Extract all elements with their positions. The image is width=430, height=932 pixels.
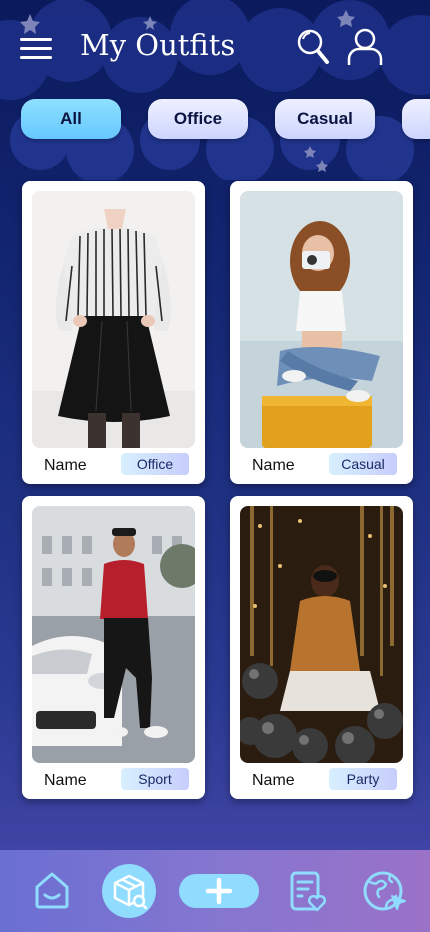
filter-chip-all[interactable]: All (21, 99, 121, 139)
outfit-photo (240, 506, 403, 763)
filter-chip-office[interactable]: Office (148, 99, 248, 139)
filter-chip-casual[interactable]: Casual (275, 99, 375, 139)
outfit-photo (32, 506, 195, 763)
outfit-card[interactable]: Name Casual (230, 181, 413, 484)
filter-chip-more[interactable] (402, 99, 430, 139)
app-screen: My Outfits All Office Casual Name Office… (0, 0, 430, 932)
outfit-card[interactable]: Name Sport (22, 496, 205, 799)
wishlist-icon[interactable] (288, 870, 328, 914)
explore-icon[interactable] (362, 870, 408, 914)
user-icon[interactable] (346, 27, 384, 67)
wardrobe-search-button[interactable] (102, 864, 156, 918)
outfit-card[interactable]: Name Party (230, 496, 413, 799)
outfit-photo (32, 191, 195, 448)
outfit-photo (240, 191, 403, 448)
wardrobe-search-icon (113, 874, 148, 910)
menu-icon[interactable] (20, 38, 52, 60)
filter-chips: All Office Casual (0, 99, 430, 139)
bottom-nav (0, 850, 430, 932)
app-header: My Outfits (0, 0, 430, 95)
home-icon[interactable] (33, 870, 71, 910)
outfit-card[interactable]: Name Office (22, 181, 205, 484)
outfit-name: Name (44, 772, 87, 789)
outfit-name: Name (252, 457, 295, 474)
outfit-tag: Casual (329, 453, 397, 475)
outfit-tag: Office (121, 453, 189, 475)
outfit-name: Name (252, 772, 295, 789)
page-title: My Outfits (80, 28, 236, 62)
search-icon[interactable] (295, 27, 331, 67)
outfit-name: Name (44, 457, 87, 474)
add-outfit-button[interactable] (179, 874, 259, 908)
add-icon (205, 877, 233, 905)
outfit-tag: Party (329, 768, 397, 790)
outfit-tag: Sport (121, 768, 189, 790)
